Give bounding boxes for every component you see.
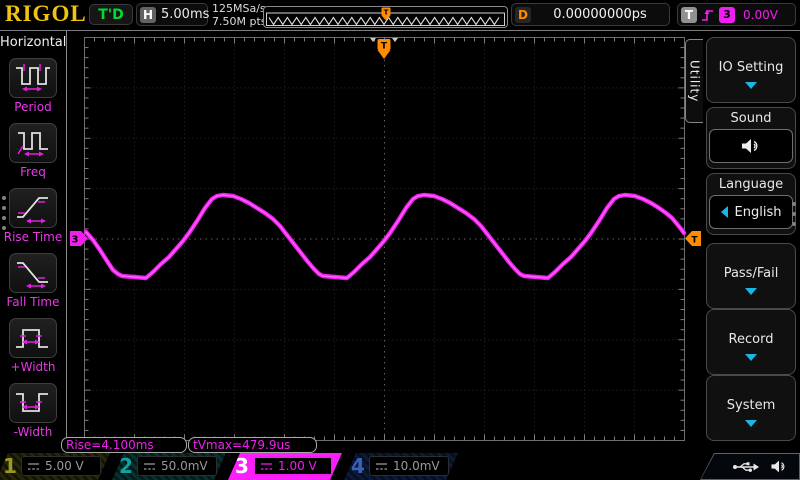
trigger-level-value: 0.00V	[743, 7, 778, 22]
svg-text:3: 3	[72, 235, 79, 246]
horizontal-measure-menu: Horizontal Period Freq Rise Time Fall Ti…	[0, 31, 66, 452]
utility-menu-tab[interactable]: Utility	[685, 39, 703, 123]
svg-text:T: T	[691, 236, 698, 246]
plus-width-icon	[9, 318, 57, 358]
delay-value: 0.00000000ps	[553, 7, 647, 22]
language-value: English	[734, 204, 782, 220]
speaker-icon	[742, 139, 758, 153]
menu-item-io-setting[interactable]: IO Setting	[706, 37, 796, 103]
ch3-waveform-trace	[83, 192, 687, 281]
dc-coupling-icon	[260, 462, 273, 471]
channel4-scale: 10.0mV	[369, 456, 449, 476]
measure-menu-title: Horizontal	[0, 35, 67, 50]
trigger-level-marker[interactable]: T	[685, 231, 701, 246]
acquisition-info: 125MSa/s 7.50M pts	[212, 2, 267, 28]
top-status-bar: RIGOL T'D H 5.00ms 125MSa/s 7.50M pts T …	[0, 0, 800, 30]
svg-text:T: T	[384, 9, 389, 17]
horizontal-timebase-readout[interactable]: H 5.00ms	[136, 3, 210, 26]
delay-readout: D 0.00000000ps	[511, 3, 670, 26]
speaker-icon	[771, 460, 785, 473]
channel3-scale: 1.00 V	[253, 456, 333, 476]
dc-coupling-icon	[143, 462, 156, 471]
menu-item-sound[interactable]: Sound	[706, 107, 796, 169]
preview-wave	[268, 16, 500, 26]
menu-item-record[interactable]: Record	[706, 309, 796, 375]
minus-width-icon	[9, 383, 57, 423]
chevron-down-icon	[745, 82, 757, 89]
timebase-value: 5.00ms	[161, 7, 210, 22]
chevron-down-icon	[745, 288, 757, 295]
channel1-badge[interactable]: 1 5.00 V	[0, 453, 110, 480]
menu-page-dots-left	[2, 196, 6, 236]
peripheral-status-box	[700, 453, 800, 480]
freq-icon	[9, 123, 57, 163]
chevron-down-icon	[745, 420, 757, 427]
chevron-left-icon	[720, 206, 728, 218]
rigol-logo: RIGOL	[5, 1, 87, 26]
dc-coupling-icon	[27, 462, 40, 471]
channel1-scale: 5.00 V	[21, 456, 101, 476]
menu-item-system[interactable]: System	[706, 375, 796, 441]
trigger-status-badge: T'D	[89, 4, 133, 25]
delay-icon: D	[515, 6, 531, 23]
period-icon	[9, 58, 57, 98]
menu-item-language[interactable]: Language English	[706, 173, 796, 235]
chevron-down-icon	[745, 354, 757, 361]
h-icon: H	[140, 6, 156, 23]
topbar-divider	[0, 30, 800, 31]
waveform-display: T 3 T	[70, 37, 701, 441]
svg-text:T: T	[381, 42, 388, 52]
usb-icon	[733, 461, 759, 472]
memory-waveform-preview[interactable]: T	[263, 6, 508, 28]
fall-time-icon	[9, 253, 57, 293]
measurement-result-tvmax: tVmax=479.9us	[188, 437, 317, 453]
measurement-result-rise: Rise=4.100ms	[61, 437, 187, 453]
sample-rate: 125MSa/s	[212, 2, 266, 15]
channel3-badge-selected[interactable]: 3 1.00 V	[228, 453, 342, 480]
channel2-scale: 50.0mV	[137, 456, 217, 476]
channel4-badge[interactable]: 4 10.0mV	[344, 453, 458, 480]
dc-coupling-icon	[375, 462, 388, 471]
rising-edge-icon	[702, 9, 713, 21]
menu-item-pass-fail[interactable]: Pass/Fail	[706, 243, 796, 309]
oscilloscope-screen: T 3 T RIGOL T'D H 5.00ms 125MSa/s 7.50M …	[0, 0, 800, 480]
trigger-readout[interactable]: T 3 0.00V	[677, 3, 796, 26]
sidebar-divider	[66, 31, 67, 452]
rise-time-icon	[9, 188, 57, 228]
trigger-icon: T	[681, 6, 697, 23]
memory-depth: 7.50M pts	[212, 15, 267, 28]
language-selector[interactable]: English	[709, 195, 793, 229]
trigger-source-badge: 3	[719, 6, 735, 23]
menu-page-dots-right	[792, 202, 796, 232]
channel2-badge[interactable]: 2 50.0mV	[112, 453, 226, 480]
sound-toggle[interactable]	[709, 129, 793, 163]
channel-status-bar: 1 5.00 V 2 50.0mV 3 1.00 V 4 10.0mV	[0, 453, 800, 480]
